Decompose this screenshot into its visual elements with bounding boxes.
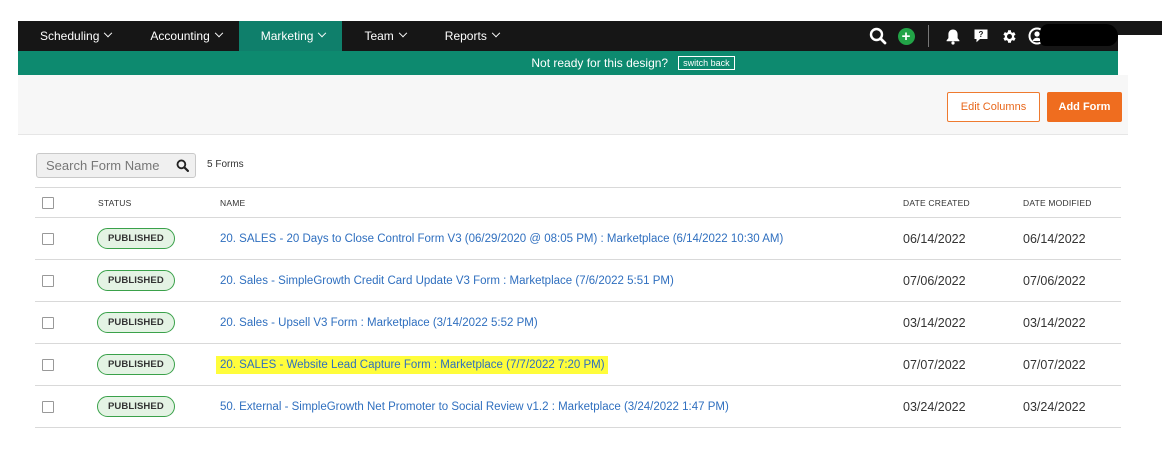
- table-row: PUBLISHED 50. External - SimpleGrowth Ne…: [35, 386, 1121, 428]
- search-icon[interactable]: [169, 153, 195, 178]
- redacted-username: [1040, 24, 1118, 46]
- row-checkbox[interactable]: [42, 358, 54, 371]
- table-row: PUBLISHED 20. Sales - SimpleGrowth Credi…: [35, 260, 1121, 302]
- date-created: 03/24/2022: [903, 399, 966, 414]
- form-name-link[interactable]: 20. SALES - 20 Days to Close Control For…: [220, 233, 783, 245]
- date-modified: 03/14/2022: [1023, 315, 1086, 330]
- date-modified: 06/14/2022: [1023, 231, 1086, 246]
- header-status[interactable]: STATUS: [98, 188, 131, 217]
- form-count: 5 Forms: [207, 159, 244, 170]
- bell-icon[interactable]: [939, 21, 967, 51]
- gear-icon[interactable]: [995, 21, 1023, 51]
- status-badge: PUBLISHED: [97, 228, 175, 249]
- banner-text: Not ready for this design?: [531, 56, 669, 70]
- header-name[interactable]: NAME: [220, 188, 245, 217]
- chevron-down-icon: [318, 28, 327, 38]
- status-badge: PUBLISHED: [97, 396, 175, 417]
- form-name-link[interactable]: 20. Sales - Upsell V3 Form : Marketplace…: [220, 317, 538, 329]
- chevron-down-icon: [104, 28, 113, 38]
- row-checkbox[interactable]: [42, 316, 54, 329]
- search-input[interactable]: [37, 158, 169, 173]
- chevron-down-icon: [491, 28, 501, 38]
- row-checkbox[interactable]: [42, 232, 54, 245]
- table-header: STATUS NAME DATE CREATED DATE MODIFIED: [35, 187, 1121, 218]
- edit-columns-button[interactable]: Edit Columns: [947, 92, 1040, 122]
- page-toolbar: Edit Columns Add Form: [18, 75, 1128, 135]
- add-circle-icon[interactable]: +: [892, 21, 920, 51]
- form-name-link[interactable]: 50. External - SimpleGrowth Net Promoter…: [220, 401, 729, 413]
- nav-item-label: Reports: [444, 29, 487, 43]
- table-row: PUBLISHED 20. Sales - Upsell V3 Form : M…: [35, 302, 1121, 344]
- date-modified: 07/07/2022: [1023, 357, 1086, 372]
- status-badge: PUBLISHED: [97, 312, 175, 333]
- form-name-link[interactable]: 20. Sales - SimpleGrowth Credit Card Upd…: [220, 275, 674, 287]
- chevron-down-icon: [398, 28, 408, 38]
- help-icon[interactable]: ?: [967, 21, 995, 51]
- form-name-link-highlighted[interactable]: 20. SALES - Website Lead Capture Form : …: [216, 355, 608, 374]
- header-date-modified[interactable]: DATE MODIFIED: [1023, 188, 1092, 217]
- nav-divider: [928, 25, 929, 47]
- date-created: 03/14/2022: [903, 315, 966, 330]
- nav-item-scheduling[interactable]: Scheduling: [18, 21, 128, 51]
- date-created: 07/07/2022: [903, 357, 966, 372]
- nav-item-label: Marketing: [260, 29, 314, 43]
- date-modified: 07/06/2022: [1023, 273, 1086, 288]
- row-checkbox[interactable]: [42, 274, 54, 287]
- select-all-checkbox[interactable]: [42, 196, 54, 209]
- nav-actions: + ?: [864, 21, 1051, 51]
- forms-table: STATUS NAME DATE CREATED DATE MODIFIED P…: [35, 187, 1121, 428]
- row-checkbox[interactable]: [42, 400, 54, 413]
- date-created: 06/14/2022: [903, 231, 966, 246]
- date-modified: 03/24/2022: [1023, 399, 1086, 414]
- status-badge: PUBLISHED: [97, 354, 175, 375]
- nav-item-reports[interactable]: Reports: [423, 21, 516, 51]
- nav-item-team[interactable]: Team: [342, 21, 422, 51]
- nav-item-label: Scheduling: [40, 29, 100, 43]
- chevron-down-icon: [214, 28, 224, 38]
- switch-back-button[interactable]: switch back: [678, 56, 735, 70]
- date-created: 07/06/2022: [903, 273, 966, 288]
- nav-item-marketing[interactable]: Marketing: [238, 21, 343, 51]
- table-row: PUBLISHED 20. SALES - 20 Days to Close C…: [35, 218, 1121, 260]
- design-banner: Not ready for this design? switch back: [18, 51, 1118, 75]
- header-date-created[interactable]: DATE CREATED: [903, 188, 970, 217]
- search-box: [36, 153, 196, 178]
- nav-item-label: Team: [364, 29, 394, 43]
- nav-item-accounting[interactable]: Accounting: [128, 21, 238, 51]
- table-row: PUBLISHED 20. SALES - Website Lead Captu…: [35, 344, 1121, 386]
- add-form-button[interactable]: Add Form: [1047, 92, 1122, 122]
- search-icon[interactable]: [864, 21, 892, 51]
- nav-item-label: Accounting: [150, 29, 210, 43]
- svg-text:?: ?: [979, 30, 984, 39]
- status-badge: PUBLISHED: [97, 270, 175, 291]
